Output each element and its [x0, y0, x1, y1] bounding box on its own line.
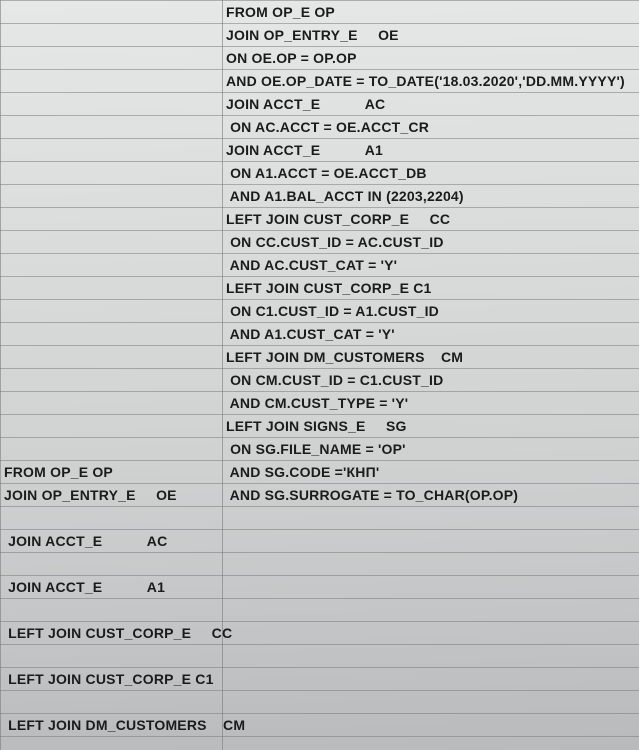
cell-b[interactable]: ON AC.ACCT = OE.ACCT_CR: [222, 116, 639, 139]
cell-a[interactable]: JOIN OP_ENTRY_E OE: [0, 484, 226, 507]
cell-b[interactable]: FROM OP_E OP: [222, 1, 639, 24]
grid-row[interactable]: LEFT JOIN DM_CUSTOMERS CM: [0, 713, 639, 736]
cell-b[interactable]: ON CC.CUST_ID = AC.CUST_ID: [222, 231, 639, 254]
grid-row[interactable]: LEFT JOIN CUST_CORP_E C1: [0, 667, 639, 690]
cell-b[interactable]: AND CM.CUST_TYPE = 'Y': [222, 392, 639, 415]
grid-row[interactable]: FROM OP_E OP: [0, 0, 639, 23]
cell-b[interactable]: AND OE.OP_DATE = TO_DATE('18.03.2020','D…: [222, 70, 639, 93]
cell-a[interactable]: JOIN ACCT_E AC: [0, 530, 226, 553]
cell-b[interactable]: AND SG.SURROGATE = TO_CHAR(OP.OP): [222, 484, 639, 507]
grid-row[interactable]: AND CM.CUST_TYPE = 'Y': [0, 391, 639, 414]
grid-row[interactable]: LEFT JOIN CUST_CORP_E CC: [0, 207, 639, 230]
cell-b[interactable]: JOIN ACCT_E AC: [222, 93, 639, 116]
cell-b[interactable]: ON CM.CUST_ID = C1.CUST_ID: [222, 369, 639, 392]
cell-b[interactable]: LEFT JOIN CUST_CORP_E CC: [222, 208, 639, 231]
cell-a[interactable]: FROM OP_E OP: [0, 461, 226, 484]
grid-row[interactable]: LEFT JOIN CUST_CORP_E CC: [0, 621, 639, 644]
grid-row[interactable]: ON CM.CUST_ID = C1.CUST_ID: [0, 368, 639, 391]
grid-row[interactable]: JOIN ACCT_E A1: [0, 138, 639, 161]
grid-row[interactable]: JOIN OP_ENTRY_E OE: [0, 23, 639, 46]
grid-row[interactable]: ON A1.ACCT = OE.ACCT_DB: [0, 161, 639, 184]
cell-a[interactable]: LEFT JOIN DM_CUSTOMERS CM: [0, 714, 226, 737]
cell-b[interactable]: ON C1.CUST_ID = A1.CUST_ID: [222, 300, 639, 323]
cell-b[interactable]: ON OE.OP = OP.OP: [222, 47, 639, 70]
grid-row[interactable]: LEFT JOIN CUST_CORP_E C1: [0, 276, 639, 299]
grid-row[interactable]: AND A1.CUST_CAT = 'Y': [0, 322, 639, 345]
cell-b[interactable]: ON SG.FILE_NAME = 'OP': [222, 438, 639, 461]
grid-row[interactable]: ON OE.OP = OP.OP: [0, 46, 639, 69]
grid-row[interactable]: AND OE.OP_DATE = TO_DATE('18.03.2020','D…: [0, 69, 639, 92]
grid-row[interactable]: [0, 506, 639, 529]
cell-b[interactable]: ON A1.ACCT = OE.ACCT_DB: [222, 162, 639, 185]
grid-row[interactable]: JOIN ACCT_E AC: [0, 529, 639, 552]
grid-row[interactable]: ON CC.CUST_ID = AC.CUST_ID: [0, 230, 639, 253]
grid-row[interactable]: LEFT JOIN DM_CUSTOMERS CM: [0, 345, 639, 368]
cell-a[interactable]: LEFT JOIN CUST_CORP_E C1: [0, 668, 226, 691]
grid-row[interactable]: [0, 598, 639, 621]
cell-b[interactable]: LEFT JOIN SIGNS_E SG: [222, 415, 639, 438]
cell-b[interactable]: LEFT JOIN CUST_CORP_E C1: [222, 277, 639, 300]
grid-row[interactable]: ON AC.ACCT = OE.ACCT_CR: [0, 115, 639, 138]
spreadsheet-view[interactable]: FROM OP_E OP JOIN OP_ENTRY_E OE ON OE.OP…: [0, 0, 639, 750]
cell-b[interactable]: JOIN ACCT_E A1: [222, 139, 639, 162]
cell-b[interactable]: AND A1.CUST_CAT = 'Y': [222, 323, 639, 346]
grid-row[interactable]: [0, 644, 639, 667]
cell-b[interactable]: LEFT JOIN DM_CUSTOMERS CM: [222, 346, 639, 369]
grid-row[interactable]: [0, 690, 639, 713]
grid-row[interactable]: JOIN ACCT_E AC: [0, 92, 639, 115]
cell-b[interactable]: AND AC.CUST_CAT = 'Y': [222, 254, 639, 277]
grid-row[interactable]: LEFT JOIN SIGNS_E SG: [0, 414, 639, 437]
grid-row[interactable]: [0, 552, 639, 575]
grid-row-border: [0, 736, 639, 737]
grid-row[interactable]: AND A1.BAL_ACCT IN (2203,2204): [0, 184, 639, 207]
grid-row[interactable]: ON C1.CUST_ID = A1.CUST_ID: [0, 299, 639, 322]
grid-row[interactable]: ON SG.FILE_NAME = 'OP': [0, 437, 639, 460]
grid-row[interactable]: JOIN ACCT_E A1: [0, 575, 639, 598]
grid-row[interactable]: JOIN OP_ENTRY_E OE AND SG.SURROGATE = TO…: [0, 483, 639, 506]
cell-b[interactable]: JOIN OP_ENTRY_E OE: [222, 24, 639, 47]
cell-a[interactable]: JOIN ACCT_E A1: [0, 576, 226, 599]
cell-b[interactable]: AND A1.BAL_ACCT IN (2203,2204): [222, 185, 639, 208]
grid-row[interactable]: AND AC.CUST_CAT = 'Y': [0, 253, 639, 276]
grid-row[interactable]: FROM OP_E OP AND SG.CODE ='КНП': [0, 460, 639, 483]
cell-a[interactable]: LEFT JOIN CUST_CORP_E CC: [0, 622, 226, 645]
cell-b[interactable]: AND SG.CODE ='КНП': [222, 461, 639, 484]
